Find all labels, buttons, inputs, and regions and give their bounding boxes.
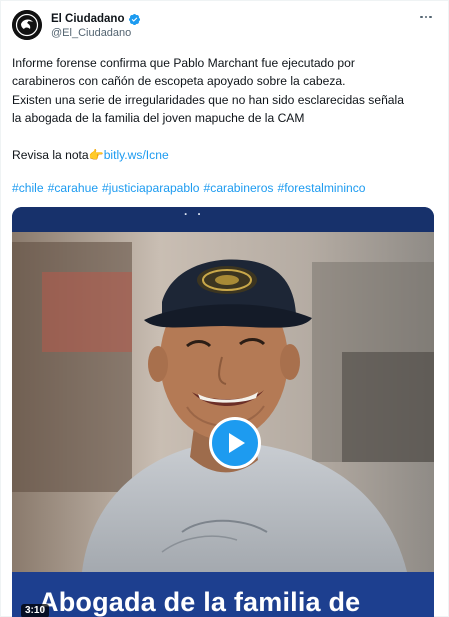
hashtag-link[interactable]: #forestalmininco [277,181,365,195]
hashtag-list: #chile #carahue #justiciaparapablo #carabin… [12,179,366,197]
dot [429,15,432,19]
more-options-icon[interactable] [418,9,434,25]
hashtag-link[interactable]: #justiciaparapablo [102,181,200,195]
video-player[interactable]: · · Abogada de la familia de [12,207,434,617]
hashtag-link[interactable]: #carabineros [204,181,274,195]
tweet-line: Informe forense confirma que Pablo March… [12,56,355,70]
author-display-name[interactable]: El Ciudadano [51,13,124,25]
cropped-caption-glyphs: · · [184,207,205,221]
hashtag-link[interactable]: #chile [12,181,44,195]
tweet-line: la abogada de la familia del joven mapuc… [12,111,305,126]
article-link[interactable]: bitly.ws/Icne [104,148,169,162]
video-thumbnail [12,232,434,572]
dot [424,15,428,19]
read-prefix: Revisa la nota [12,148,89,163]
play-icon[interactable] [209,417,261,469]
el-ciudadano-logo-icon [12,10,42,40]
author-name-row: El Ciudadano [51,11,141,27]
video-title-banner: Abogada de la familia de [12,572,434,617]
dot [420,15,423,19]
hashtag-link[interactable]: #carahue [48,181,98,195]
video-banner-text: Abogada de la familia de [39,587,361,617]
pointing-emoji: 👉 [88,148,104,163]
read-more-line: Revisa la nota👉bitly.ws/Icne [12,146,437,164]
tweet-line: carabineros con cañón de escopeta apoyad… [12,74,346,89]
avatar[interactable] [12,10,42,40]
young-man-photo [12,232,434,572]
author-handle[interactable]: @El_Ciudadano [51,27,131,39]
video-duration-badge: 3:10 [21,604,50,617]
play-triangle [229,433,245,453]
video-top-strip: · · [12,207,434,232]
tweet-text: Informe forense confirma que Pablo March… [12,54,437,164]
tweet-line: Existen una serie de irregularidades que… [12,92,404,107]
tweet-card[interactable]: El Ciudadano @El_Ciudadano Informe foren… [0,0,449,617]
verified-badge-icon [129,13,141,25]
